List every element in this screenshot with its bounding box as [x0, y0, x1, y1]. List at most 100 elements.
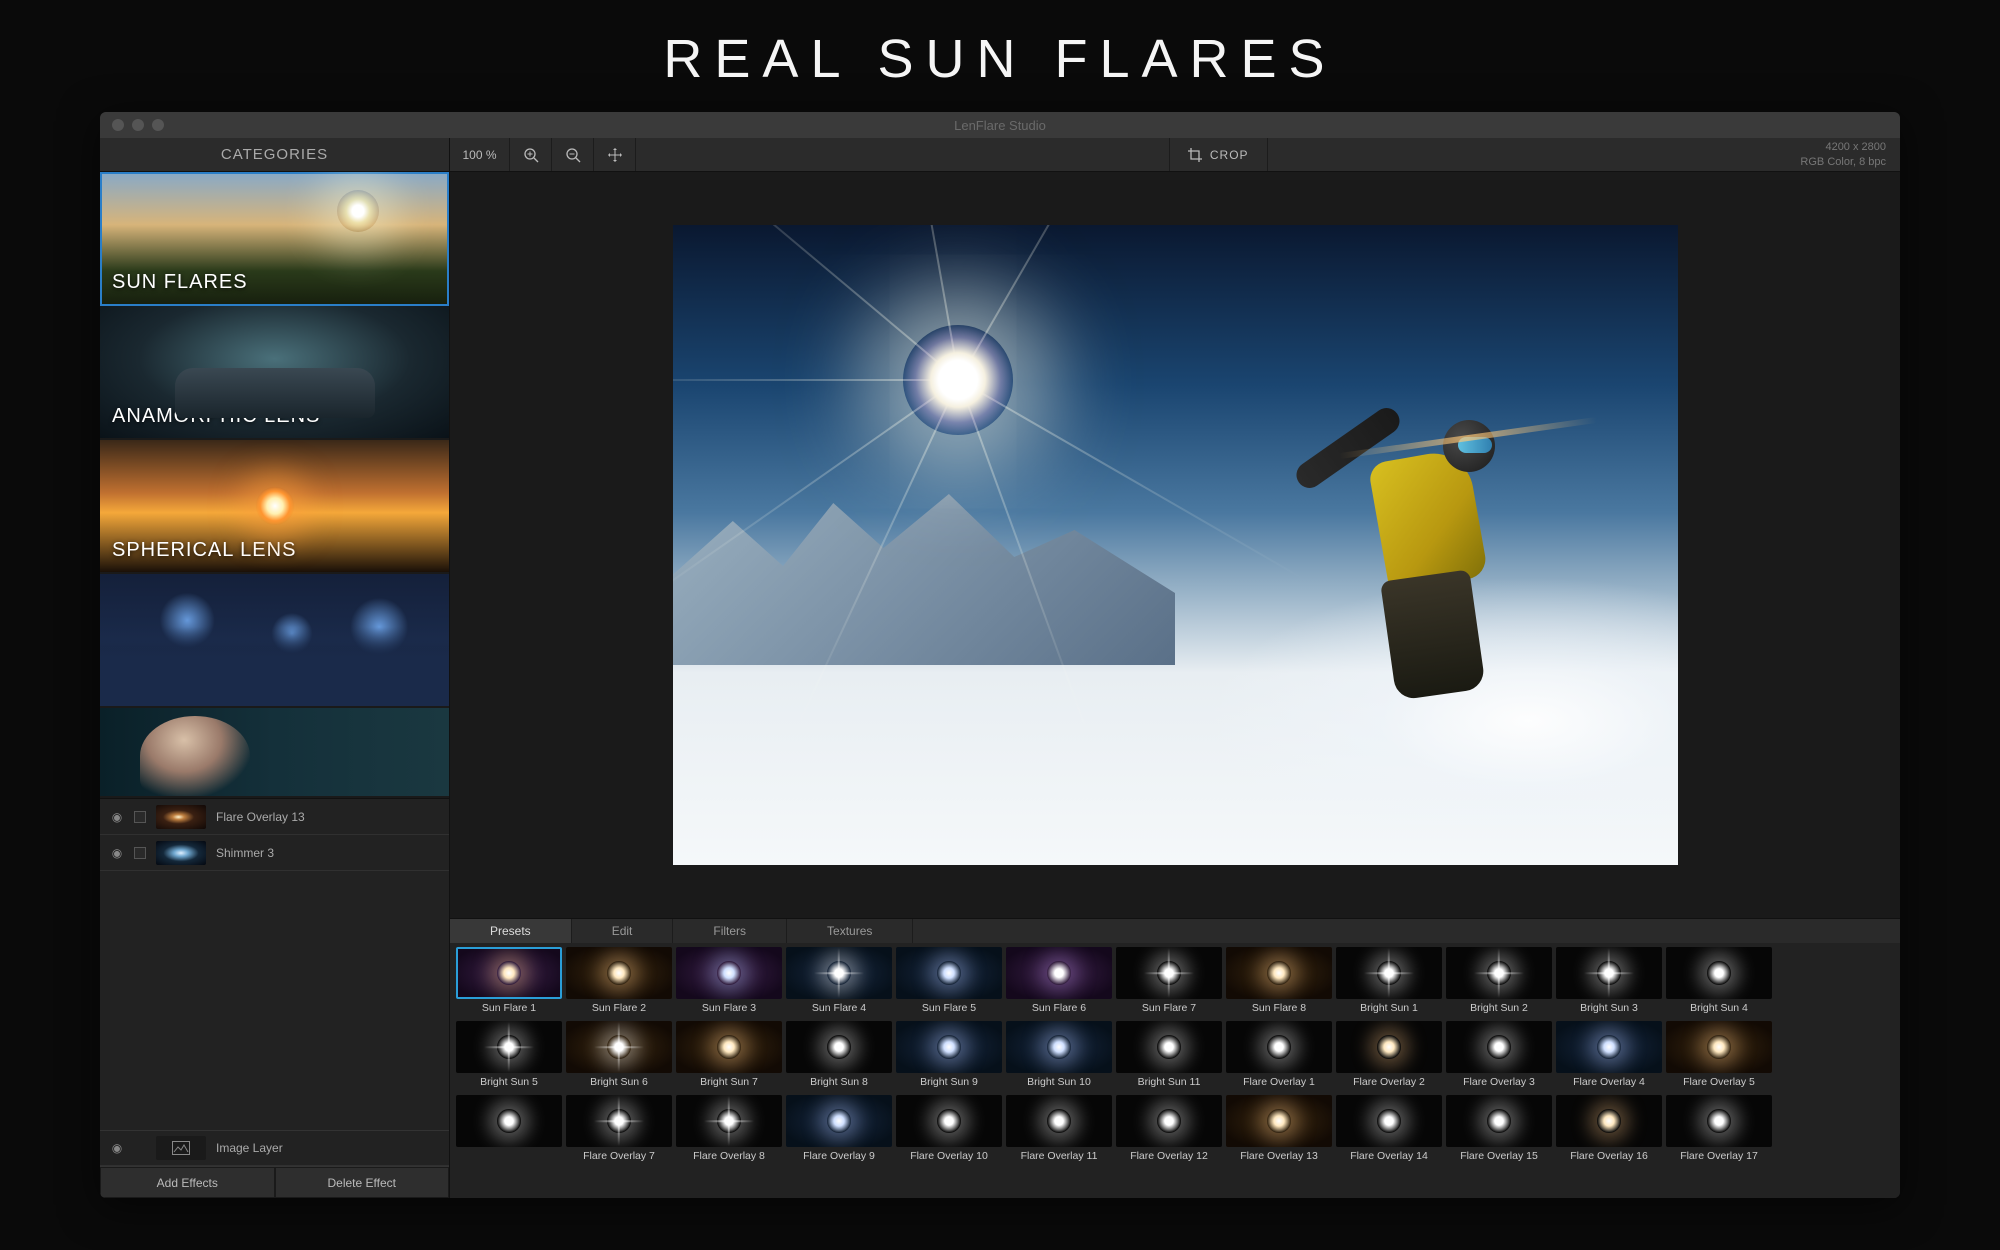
preset-item[interactable]: Sun Flare 3 [676, 947, 782, 1019]
preset-item[interactable]: Flare Overlay 14 [1336, 1095, 1442, 1167]
sun-flare-overlay[interactable] [903, 325, 1013, 435]
visibility-icon[interactable]: ◉ [110, 1141, 124, 1155]
preset-item[interactable]: Flare Overlay 3 [1446, 1021, 1552, 1093]
preset-item[interactable]: Flare Overlay 10 [896, 1095, 1002, 1167]
preset-item[interactable]: Bright Sun 2 [1446, 947, 1552, 1019]
category-item[interactable] [100, 708, 449, 798]
preset-item[interactable]: Bright Sun 1 [1336, 947, 1442, 1019]
categories-list: SUN FLARES ANAMORPHIC LENS SPHERICAL LEN… [100, 172, 449, 798]
image-meta: 4200 x 2800 RGB Color, 8 bpc [1800, 140, 1900, 169]
preset-thumbnail [456, 1021, 562, 1073]
tab-presets[interactable]: Presets [450, 919, 572, 943]
hero-title: REAL SUN FLARES [0, 0, 2000, 112]
visibility-icon[interactable]: ◉ [110, 810, 124, 824]
preset-item[interactable]: Bright Sun 4 [1666, 947, 1772, 1019]
preset-item[interactable]: Flare Overlay 13 [1226, 1095, 1332, 1167]
preset-item[interactable]: Flare Overlay 4 [1556, 1021, 1662, 1093]
preset-label: Sun Flare 7 [1116, 999, 1222, 1019]
preset-label: Bright Sun 5 [456, 1073, 562, 1093]
preset-label: Flare Overlay 14 [1336, 1147, 1442, 1167]
preset-item[interactable]: Sun Flare 5 [896, 947, 1002, 1019]
category-elements[interactable]: ELEMENTS [100, 574, 449, 708]
preset-label: Flare Overlay 3 [1446, 1073, 1552, 1093]
preset-label: Flare Overlay 5 [1666, 1073, 1772, 1093]
preset-item[interactable]: Flare Overlay 12 [1116, 1095, 1222, 1167]
preset-thumbnail [1336, 1095, 1442, 1147]
preset-item[interactable]: Flare Overlay 2 [1336, 1021, 1442, 1093]
preset-item[interactable]: Flare Overlay 8 [676, 1095, 782, 1167]
toolbar: 100 % CROP [450, 138, 1900, 172]
presets-grid: Sun Flare 1Sun Flare 2Sun Flare 3Sun Fla… [450, 943, 1900, 1198]
preset-item[interactable] [456, 1095, 562, 1167]
preset-item[interactable]: Bright Sun 8 [786, 1021, 892, 1093]
category-anamorphic-lens[interactable]: ANAMORPHIC LENS [100, 306, 449, 440]
preset-item[interactable]: Bright Sun 7 [676, 1021, 782, 1093]
layer-row[interactable]: ◉ Flare Overlay 13 [100, 799, 449, 835]
preset-item[interactable]: Sun Flare 8 [1226, 947, 1332, 1019]
zoom-value[interactable]: 100 % [450, 138, 510, 171]
preset-item[interactable]: Bright Sun 11 [1116, 1021, 1222, 1093]
preset-item[interactable]: Flare Overlay 17 [1666, 1095, 1772, 1167]
category-label: SPHERICAL LENS [112, 539, 296, 562]
preset-item[interactable]: Flare Overlay 5 [1666, 1021, 1772, 1093]
preset-thumbnail [1116, 1095, 1222, 1147]
preset-item[interactable]: Sun Flare 4 [786, 947, 892, 1019]
preset-item[interactable]: Sun Flare 7 [1116, 947, 1222, 1019]
add-effects-button[interactable]: Add Effects [100, 1167, 275, 1198]
preset-item[interactable]: Sun Flare 1 [456, 947, 562, 1019]
tab-filters[interactable]: Filters [673, 919, 787, 943]
delete-effect-button[interactable]: Delete Effect [275, 1167, 450, 1198]
preset-label: Sun Flare 8 [1226, 999, 1332, 1019]
preset-item[interactable]: Sun Flare 2 [566, 947, 672, 1019]
canvas-image[interactable] [673, 225, 1678, 865]
preset-item[interactable]: Sun Flare 6 [1006, 947, 1112, 1019]
app-window: LenFlare Studio CATEGORIES SUN FLARES AN… [100, 112, 1900, 1198]
preset-item[interactable]: Flare Overlay 11 [1006, 1095, 1112, 1167]
preset-item[interactable]: Flare Overlay 7 [566, 1095, 672, 1167]
preset-thumbnail [1226, 947, 1332, 999]
layer-checkbox[interactable] [134, 811, 146, 823]
preset-item[interactable]: Flare Overlay 16 [1556, 1095, 1662, 1167]
preset-thumbnail [456, 1095, 562, 1147]
preset-item[interactable]: Flare Overlay 15 [1446, 1095, 1552, 1167]
canvas-area[interactable] [450, 172, 1900, 918]
zoom-out-button[interactable] [552, 138, 594, 171]
preset-item[interactable]: Bright Sun 5 [456, 1021, 562, 1093]
crop-icon [1188, 148, 1202, 162]
image-dimensions: 4200 x 2800 [1800, 140, 1886, 154]
preset-label: Bright Sun 10 [1006, 1073, 1112, 1093]
preset-item[interactable]: Flare Overlay 9 [786, 1095, 892, 1167]
preset-thumbnail [786, 1021, 892, 1073]
zoom-in-button[interactable] [510, 138, 552, 171]
preset-thumbnail [896, 947, 1002, 999]
crop-button[interactable]: CROP [1169, 138, 1268, 171]
visibility-icon[interactable]: ◉ [110, 846, 124, 860]
preset-item[interactable]: Bright Sun 3 [1556, 947, 1662, 1019]
layer-row[interactable]: ◉ Shimmer 3 [100, 835, 449, 871]
preset-thumbnail [1006, 1021, 1112, 1073]
preset-item[interactable]: Bright Sun 6 [566, 1021, 672, 1093]
preset-thumbnail [1556, 1021, 1662, 1073]
sidebar-header: CATEGORIES [100, 138, 449, 172]
preset-label: Sun Flare 5 [896, 999, 1002, 1019]
window-title: LenFlare Studio [100, 118, 1900, 133]
preset-thumbnail [1446, 1021, 1552, 1073]
zoom-in-icon [523, 147, 539, 163]
layer-name: Flare Overlay 13 [216, 810, 305, 824]
tab-edit[interactable]: Edit [572, 919, 674, 943]
image-layer-row[interactable]: ◉ Image Layer [100, 1130, 449, 1166]
pan-button[interactable] [594, 138, 636, 171]
tab-textures[interactable]: Textures [787, 919, 913, 943]
preset-item[interactable]: Bright Sun 10 [1006, 1021, 1112, 1093]
preset-thumbnail [1446, 1095, 1552, 1147]
preset-thumbnail [1556, 1095, 1662, 1147]
preset-item[interactable]: Flare Overlay 1 [1226, 1021, 1332, 1093]
category-spherical-lens[interactable]: SPHERICAL LENS [100, 440, 449, 574]
preset-thumbnail [1116, 1021, 1222, 1073]
layer-thumbnail [156, 805, 206, 829]
preset-label: Sun Flare 4 [786, 999, 892, 1019]
preset-item[interactable]: Bright Sun 9 [896, 1021, 1002, 1093]
category-sun-flares[interactable]: SUN FLARES [100, 172, 449, 306]
layer-checkbox[interactable] [134, 847, 146, 859]
preset-thumbnail [1226, 1095, 1332, 1147]
